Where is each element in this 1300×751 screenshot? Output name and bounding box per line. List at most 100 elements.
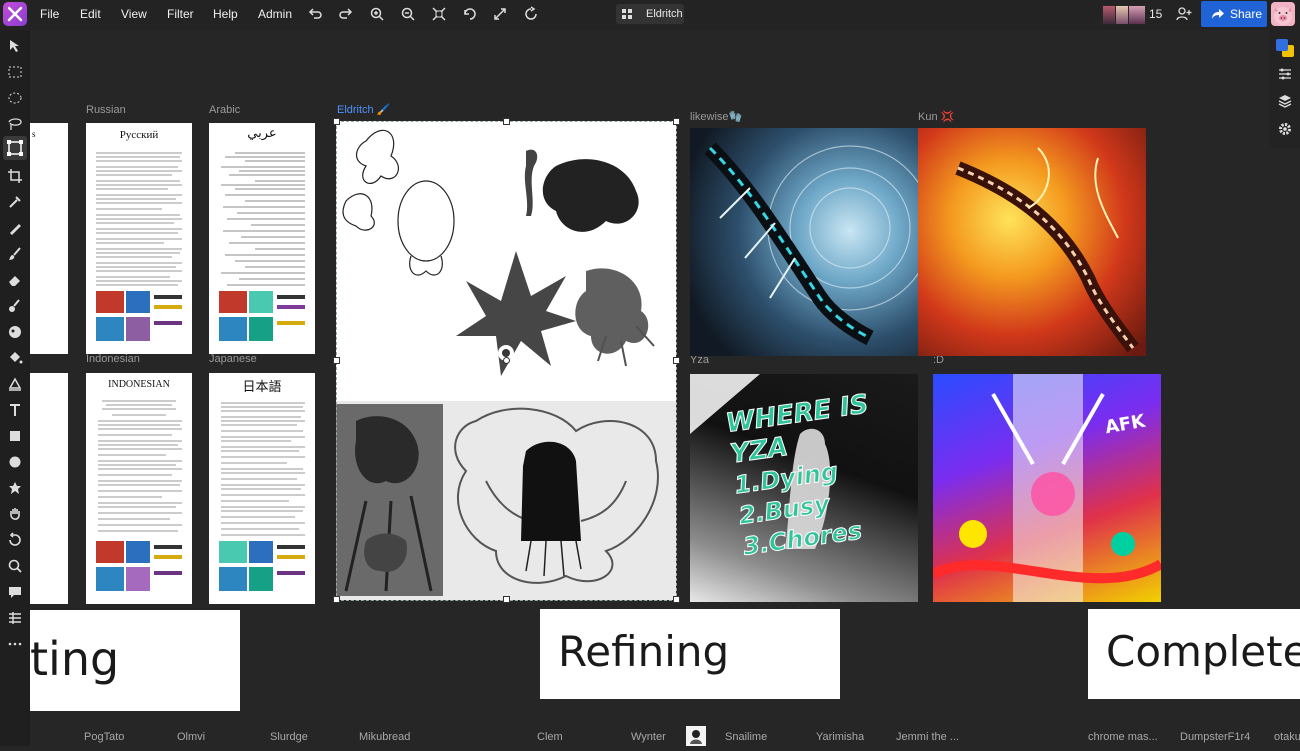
adjustments-icon[interactable]: [1277, 66, 1293, 82]
rotate-view-icon[interactable]: [462, 6, 478, 22]
user-label: Clem: [537, 731, 563, 743]
label-japanese: Japanese: [209, 353, 257, 365]
color-swatch-icon[interactable]: [1275, 38, 1295, 58]
partial-document-bottom[interactable]: [30, 373, 68, 604]
user-count: 15: [1149, 7, 1163, 21]
menu-edit[interactable]: Edit: [80, 7, 101, 21]
fullscreen-icon[interactable]: [492, 6, 508, 22]
japanese-document[interactable]: 日本語: [209, 373, 315, 604]
reset-rotation-icon[interactable]: [523, 6, 539, 22]
user-avatar[interactable]: [1271, 2, 1295, 26]
indonesian-document[interactable]: INDONESIAN: [86, 373, 192, 604]
top-bar: File Edit View Filter Help Admin Eldritc…: [0, 0, 1300, 30]
ellipse-icon[interactable]: [7, 454, 23, 470]
transform-handle[interactable]: [503, 596, 510, 603]
rotation-pivot-handle[interactable]: [503, 357, 510, 364]
lasso-icon[interactable]: [7, 116, 23, 132]
blur-icon[interactable]: [7, 324, 23, 340]
document-body: [219, 152, 305, 341]
label-arabic: Arabic: [209, 104, 241, 116]
pen-icon[interactable]: [7, 220, 23, 236]
user-label: Yarimisha: [816, 731, 865, 743]
text-tool-icon[interactable]: [7, 402, 23, 418]
user-thumbnail[interactable]: [686, 726, 706, 746]
transform-handle[interactable]: [333, 357, 340, 364]
shape-lasso-icon[interactable]: [7, 376, 23, 392]
label-eldritch: Eldritch 🖌️: [337, 104, 391, 116]
menu-view[interactable]: View: [121, 7, 147, 21]
eyedropper-icon[interactable]: [7, 194, 23, 210]
zoom-in-icon[interactable]: [369, 6, 385, 22]
sticky-note-complete[interactable]: Complete: [1088, 609, 1300, 699]
brush-icon[interactable]: [7, 246, 23, 262]
slice-icon[interactable]: [7, 610, 23, 626]
menu-filter[interactable]: Filter: [167, 7, 194, 21]
smile-artwork[interactable]: AFK: [933, 374, 1161, 602]
russian-document[interactable]: Русский: [86, 123, 192, 354]
settings-gear-icon[interactable]: [1277, 121, 1293, 137]
ellipse-select-icon[interactable]: [7, 90, 23, 106]
user-label: DumpsterF1r4: [1180, 731, 1251, 743]
label-likewise: likewise🧤: [690, 111, 743, 123]
fill-bucket-icon[interactable]: [7, 350, 23, 366]
user-label: Slurdge: [270, 731, 308, 743]
smudge-icon[interactable]: [7, 298, 23, 314]
eraser-icon[interactable]: [7, 272, 23, 288]
more-tools-icon[interactable]: [7, 636, 23, 652]
avatar[interactable]: [1128, 5, 1146, 25]
label-russian: Russian: [86, 104, 126, 116]
zoom-out-icon[interactable]: [400, 6, 416, 22]
grid-icon: [622, 9, 632, 19]
menu-help[interactable]: Help: [213, 7, 238, 21]
sticky-note-refining[interactable]: Refining: [540, 609, 840, 699]
rect-select-icon[interactable]: [7, 64, 23, 80]
user-label: Wynter: [631, 731, 666, 743]
add-user-icon[interactable]: [1176, 6, 1192, 22]
fit-canvas-icon[interactable]: [431, 6, 447, 22]
arabic-document[interactable]: عربي: [209, 123, 315, 354]
transform-handle[interactable]: [333, 118, 340, 125]
rotate-icon[interactable]: [7, 532, 23, 548]
yza-artwork[interactable]: WHERE IS YZA 1.Dying 2.Busy 3.Chores: [690, 374, 918, 602]
crop-icon[interactable]: [7, 168, 23, 184]
transform-handle[interactable]: [333, 596, 340, 603]
share-icon: [1212, 9, 1224, 19]
kun-artwork[interactable]: [918, 128, 1146, 356]
undo-icon[interactable]: [307, 6, 323, 22]
transform-handle[interactable]: [673, 596, 680, 603]
share-button[interactable]: Share: [1201, 1, 1267, 27]
user-label: Snailime: [725, 731, 768, 743]
app-logo-icon[interactable]: [3, 2, 27, 26]
zoom-icon[interactable]: [7, 558, 23, 574]
user-label: Mikubread: [359, 731, 411, 743]
label-indonesian: Indonesian: [86, 353, 140, 365]
document-body: [96, 400, 182, 591]
left-toolbar: [0, 30, 30, 746]
collaborator-avatars[interactable]: [1102, 5, 1146, 25]
fire-skeleton-art: [955, 147, 1139, 353]
transform-handle[interactable]: [673, 357, 680, 364]
document-name: Eldritch: [646, 8, 683, 20]
user-label: Olmvi: [177, 731, 206, 743]
transform-handle[interactable]: [673, 118, 680, 125]
rectangle-icon[interactable]: [7, 428, 23, 444]
label-kun: Kun 💢: [918, 111, 955, 123]
layers-icon[interactable]: [1277, 93, 1293, 109]
move-tool-icon[interactable]: [7, 38, 23, 54]
right-panel: [1270, 30, 1300, 148]
document-body: [96, 152, 182, 341]
document-switcher[interactable]: Eldritch: [616, 4, 684, 24]
yza-handwritten-text: WHERE IS YZA 1.Dying 2.Busy 3.Chores: [724, 389, 871, 561]
partial-document-top[interactable]: s: [30, 123, 68, 354]
comment-icon[interactable]: [7, 584, 23, 600]
star-shape-icon[interactable]: [7, 480, 23, 496]
menu-file[interactable]: File: [40, 7, 59, 21]
transform-tool[interactable]: [3, 136, 27, 160]
hand-icon[interactable]: [7, 506, 23, 522]
likewise-artwork[interactable]: [690, 128, 918, 356]
menu-admin[interactable]: Admin: [258, 7, 292, 21]
redo-icon[interactable]: [338, 6, 354, 22]
sticky-note-left[interactable]: ting: [30, 610, 240, 711]
transform-handle[interactable]: [503, 118, 510, 125]
abstract-art: [933, 374, 1161, 602]
